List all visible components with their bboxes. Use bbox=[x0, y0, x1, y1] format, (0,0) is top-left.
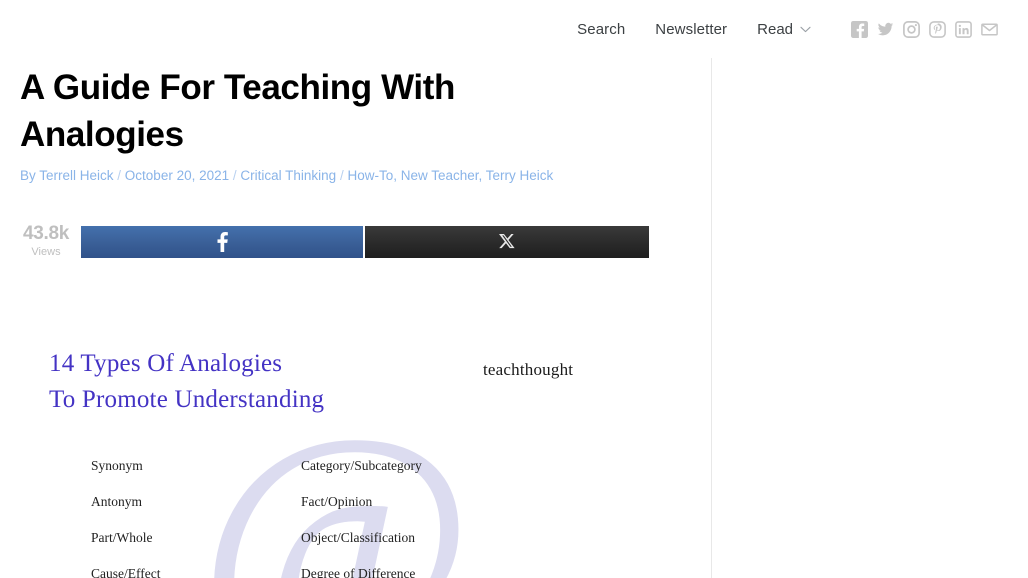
byline-separator-2: / bbox=[229, 168, 241, 183]
top-navigation: Search Newsletter Read bbox=[0, 0, 1028, 58]
analogy-column-left: Synonym Antonym Part/Whole Cause/Effect … bbox=[91, 448, 291, 578]
share-facebook-button[interactable] bbox=[81, 226, 363, 258]
nav-item-search[interactable]: Search bbox=[577, 21, 625, 38]
list-item: Object/Classification bbox=[301, 530, 415, 545]
byline-by-prefix: By bbox=[20, 168, 40, 183]
share-x-button[interactable] bbox=[365, 226, 649, 258]
byline: By Terrell Heick / October 20, 2021 / Cr… bbox=[20, 167, 553, 185]
byline-category-link[interactable]: Critical Thinking bbox=[240, 168, 336, 183]
views-label: Views bbox=[31, 246, 61, 258]
chevron-down-icon bbox=[800, 26, 811, 33]
email-icon[interactable] bbox=[981, 21, 998, 38]
views-counter: 43.8k Views bbox=[20, 224, 72, 258]
sidebar bbox=[712, 58, 1028, 578]
linkedin-icon[interactable] bbox=[955, 20, 972, 38]
byline-separator-1: / bbox=[113, 168, 125, 183]
page-root: Search Newsletter Read A Guide For Teach… bbox=[0, 0, 1028, 578]
list-item: Category/Subcategory bbox=[301, 458, 422, 473]
facebook-icon[interactable] bbox=[851, 20, 868, 38]
nav-dropdown-read-label: Read bbox=[757, 20, 793, 38]
list-item: Synonym bbox=[91, 458, 143, 473]
list-item: Antonym bbox=[91, 494, 143, 509]
page-title: A Guide For Teaching With Analogies bbox=[20, 68, 455, 155]
analogy-column-right: Category/Subcategory Fact/Opinion Object… bbox=[301, 448, 541, 578]
byline-date[interactable]: October 20, 2021 bbox=[125, 168, 229, 183]
list-item: Part/Whole bbox=[91, 530, 153, 545]
article-column: A Guide For Teaching With Analogies By T… bbox=[0, 58, 711, 578]
byline-author-link[interactable]: Terrell Heick bbox=[39, 168, 113, 183]
list-item: Fact/Opinion bbox=[301, 494, 373, 509]
instagram-icon[interactable] bbox=[903, 20, 920, 38]
facebook-f-icon bbox=[217, 232, 228, 252]
views-count: 43.8k bbox=[22, 223, 70, 244]
nav-dropdown-read[interactable]: Read bbox=[757, 21, 811, 38]
list-item: Degree of Difference bbox=[301, 566, 416, 578]
infographic-heading-line-1: 14 Types Of Analogies bbox=[49, 350, 283, 377]
social-links bbox=[851, 20, 998, 38]
byline-separator-3: / bbox=[336, 168, 348, 183]
share-bar: 43.8k Views bbox=[0, 224, 711, 260]
x-twitter-icon bbox=[499, 234, 515, 250]
infographic-image[interactable]: @ 14 Types Of Analogies To Promote Under… bbox=[20, 270, 680, 578]
teachthought-logo: teachthought bbox=[483, 360, 574, 379]
twitter-icon[interactable] bbox=[877, 21, 894, 38]
list-item: Cause/Effect bbox=[91, 566, 161, 578]
nav-item-newsletter[interactable]: Newsletter bbox=[655, 21, 727, 38]
infographic-heading-line-2: To Promote Understanding bbox=[49, 385, 325, 413]
byline-tags-links[interactable]: How-To, New Teacher, Terry Heick bbox=[347, 168, 553, 183]
pinterest-icon[interactable] bbox=[929, 20, 946, 38]
infographic-heading: 14 Types Of Analogies To Promote Underst… bbox=[49, 346, 429, 417]
